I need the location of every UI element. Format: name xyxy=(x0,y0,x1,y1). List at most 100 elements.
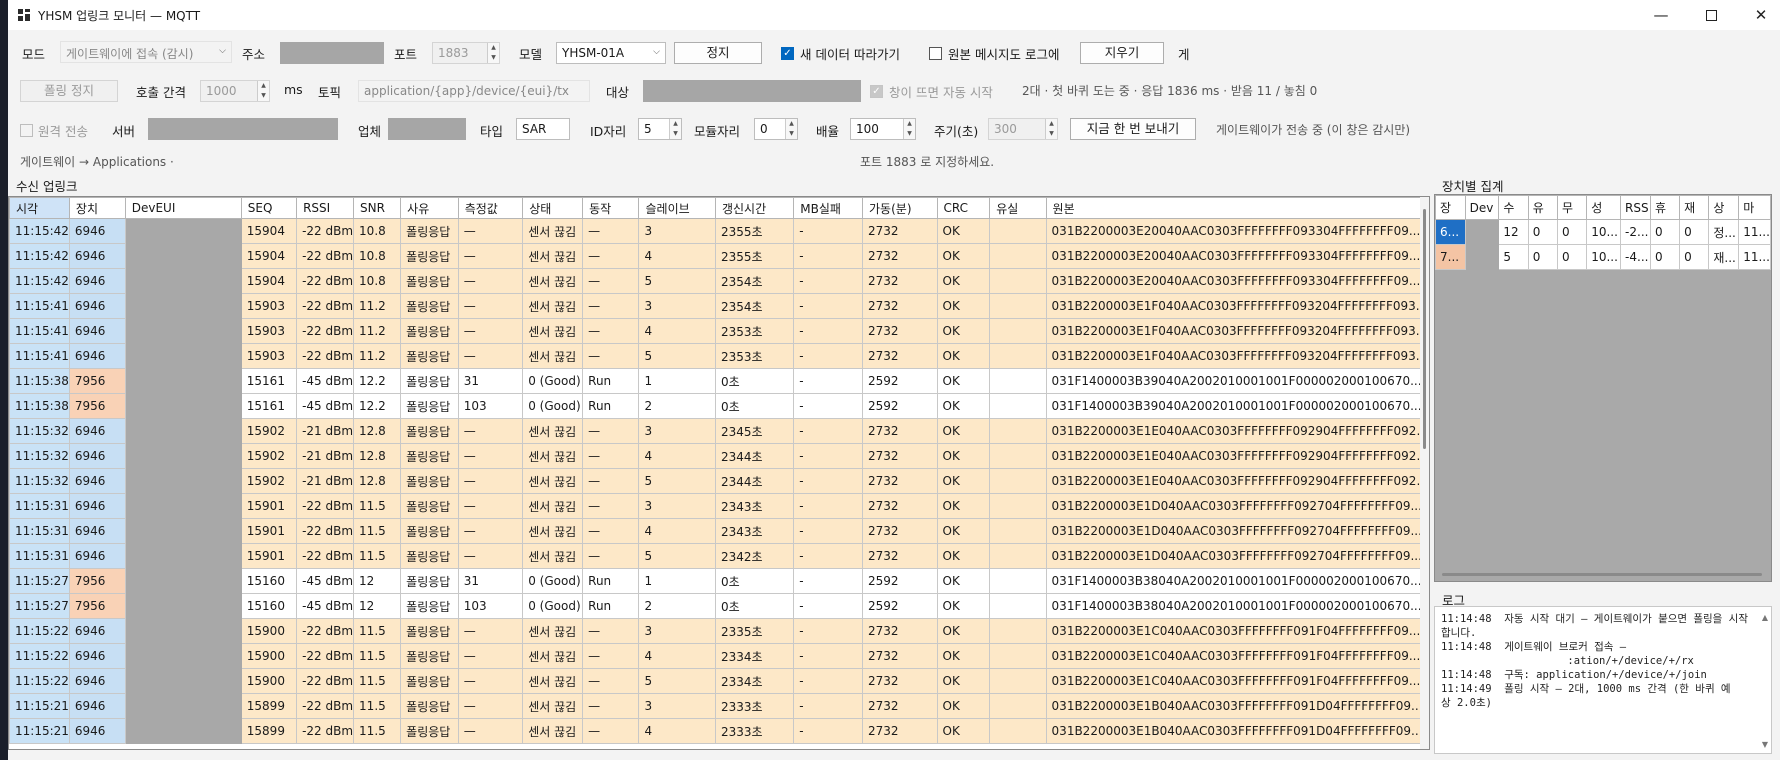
column-header[interactable]: 재 xyxy=(1679,195,1710,220)
log-panel[interactable]: 11:14:48 자동 시작 대기 — 게이트웨이가 붙으면 폴링을 시작 합니다… xyxy=(1434,606,1772,754)
table-row[interactable]: 11:15:42 6946 15904 -22 dBm 10.8 폴링응답 — 센서 끊김 —5… xyxy=(9,268,1429,294)
table-row[interactable]: 11:15:22 6946 15900 -22 dBm 11.5 폴링응답 — 센서 끊김 —4… xyxy=(9,643,1429,669)
column-header[interactable]: 동작 xyxy=(582,197,640,219)
column-header[interactable]: RSS xyxy=(1620,195,1651,220)
type-input[interactable]: SAR xyxy=(516,118,570,140)
period-stepper[interactable]: 300 ▲ ▼ xyxy=(988,118,1058,140)
column-header[interactable]: 휴 xyxy=(1649,195,1681,220)
column-header[interactable]: 갱신시간 xyxy=(714,197,795,219)
column-header[interactable]: 장치 xyxy=(68,197,126,219)
topic-input[interactable]: application/{app}/device/{eui}/tx xyxy=(358,80,590,102)
stop-button[interactable]: 정지 xyxy=(674,42,762,64)
clear-button[interactable]: 지우기 xyxy=(1080,42,1164,64)
column-header[interactable]: MB실패 xyxy=(793,197,864,219)
column-header[interactable]: 유 xyxy=(1527,195,1558,220)
target-input[interactable] xyxy=(643,80,861,102)
spin-arrows-icon[interactable]: ▲ ▼ xyxy=(669,119,681,139)
uplink-scrollbar[interactable] xyxy=(1420,197,1429,749)
table-row[interactable]: 11:15:41 6946 15903 -22 dBm 11.2 폴링응답 — 센서 끊김 —3… xyxy=(9,293,1429,319)
autostart-checkbox[interactable]: ✓ xyxy=(870,85,883,98)
table-row[interactable]: 11:15:31 6946 15901 -22 dBm 11.5 폴링응답 — 센서 끊김 —3… xyxy=(9,493,1429,519)
column-header[interactable]: RSSI xyxy=(296,197,355,219)
column-header[interactable]: 장 xyxy=(1435,195,1466,220)
summary-scrollbar[interactable] xyxy=(1442,573,1762,576)
table-row[interactable]: 11:15:21 6946 15899 -22 dBm 11.5 폴링응답 — 센서 끊김 —3… xyxy=(9,693,1429,719)
column-header[interactable]: Dev xyxy=(1464,195,1500,220)
table-cell: 폴링응답 xyxy=(400,668,459,694)
column-header[interactable]: SNR xyxy=(353,197,402,219)
close-button[interactable]: ✕ xyxy=(1738,0,1780,30)
spin-arrows-icon[interactable]: ▲ ▼ xyxy=(1045,119,1057,139)
spin-arrows-icon[interactable]: ▲ ▼ xyxy=(487,43,499,63)
table-row[interactable]: 6... 12 0 0 10... -2... 0 0 정... 11... xyxy=(1435,219,1771,245)
table-row[interactable]: 11:15:31 6946 15901 -22 dBm 11.5 폴링응답 — 센서 끊김 —5… xyxy=(9,543,1429,569)
table-cell: 4 xyxy=(638,718,716,744)
table-row[interactable]: 11:15:22 6946 15900 -22 dBm 11.5 폴링응답 — 센서 끊김 —5… xyxy=(9,668,1429,694)
scrollbar-thumb[interactable] xyxy=(1423,209,1426,449)
interval-stepper[interactable]: 1000 ▲ ▼ xyxy=(200,80,270,102)
table-row[interactable]: 11:15:21 6946 15899 -22 dBm 11.5 폴링응답 — 센서 끊김 —4… xyxy=(9,718,1429,744)
table-cell xyxy=(124,243,242,269)
mode-select[interactable]: 게이트웨이에 접속 (감시) ⌵ xyxy=(60,41,232,63)
table-cell: 2732 xyxy=(862,243,938,269)
column-header[interactable]: 무 xyxy=(1556,195,1588,220)
column-header[interactable]: 상태 xyxy=(522,197,584,219)
table-cell: 0 (Good) xyxy=(522,593,584,619)
spin-arrows-icon[interactable]: ▲ ▼ xyxy=(903,119,915,139)
scroll-down-icon[interactable]: ▼ xyxy=(1762,740,1768,749)
poll-stop-button[interactable]: 폴링 정지 xyxy=(20,80,118,102)
follow-checkbox[interactable]: ✓ xyxy=(781,47,794,60)
port-stepper[interactable]: 1883 ▲ ▼ xyxy=(432,42,500,64)
table-cell: 2732 xyxy=(862,618,938,644)
maximize-button[interactable] xyxy=(1688,0,1734,30)
model-select[interactable]: YHSM-01A ⌵ xyxy=(556,42,666,64)
scroll-up-icon[interactable]: ▲ xyxy=(1762,613,1768,622)
table-row[interactable]: 11:15:42 6946 15904 -22 dBm 10.8 폴링응답 — 센서 끊김 —4… xyxy=(9,243,1429,269)
rawlog-checkbox[interactable] xyxy=(929,47,942,60)
column-header[interactable]: 시각 xyxy=(9,197,70,219)
send-now-button[interactable]: 지금 한 번 보내기 xyxy=(1070,118,1196,140)
column-header[interactable]: 유실 xyxy=(989,197,1047,219)
table-row[interactable]: 11:15:27 7956 15160 -45 dBm 12 폴링응답 31 0 (Good)… xyxy=(9,568,1429,594)
table-row[interactable]: 11:15:31 6946 15901 -22 dBm 11.5 폴링응답 — 센서 끊김 —4… xyxy=(9,518,1429,544)
id-stepper[interactable]: 5 ▲ ▼ xyxy=(638,118,682,140)
column-header[interactable]: 측정값 xyxy=(457,197,524,219)
table-row[interactable]: 7... 5 0 0 10... -4... 0 0 재... 11... xyxy=(1435,244,1771,270)
spin-arrows-icon[interactable]: ▲ ▼ xyxy=(257,81,269,101)
column-header[interactable]: 수 xyxy=(1498,195,1529,220)
column-header[interactable]: 마 xyxy=(1738,195,1771,220)
table-row[interactable]: 11:15:32 6946 15902 -21 dBm 12.8 폴링응답 — 센서 끊김 —5… xyxy=(9,468,1429,494)
module-stepper[interactable]: 0 ▲ ▼ xyxy=(754,118,798,140)
column-header[interactable]: 상 xyxy=(1708,195,1740,220)
column-header[interactable]: CRC xyxy=(936,197,991,219)
column-header[interactable]: 사유 xyxy=(400,197,459,219)
summary-table[interactable]: 장 Dev 수 유 무 성 RSS 휴 재 상 마 6... 12 0 0 10... -2... 0 0 정...… xyxy=(1434,194,1772,582)
table-cell: 2344초 xyxy=(714,468,795,494)
table-row[interactable]: 11:15:22 6946 15900 -22 dBm 11.5 폴링응답 — 센서 끊김 —3… xyxy=(9,618,1429,644)
remote-checkbox[interactable] xyxy=(20,124,33,137)
table-row[interactable]: 11:15:32 6946 15902 -21 dBm 12.8 폴링응답 — 센서 끊김 —3… xyxy=(9,418,1429,444)
column-header[interactable]: SEQ xyxy=(240,197,298,219)
table-row[interactable]: 11:15:38 7956 15161 -45 dBm 12.2 폴링응답 103 0 (Go… xyxy=(9,393,1429,419)
factor-stepper[interactable]: 100 ▲ ▼ xyxy=(850,118,916,140)
spin-arrows-icon[interactable]: ▲ ▼ xyxy=(785,119,797,139)
address-input[interactable] xyxy=(280,42,384,64)
table-row[interactable]: 11:15:38 7956 15161 -45 dBm 12.2 폴링응답 31 0 (Goo… xyxy=(9,368,1429,394)
table-row[interactable]: 11:15:41 6946 15903 -22 dBm 11.2 폴링응답 — 센서 끊김 —4… xyxy=(9,318,1429,344)
table-cell: Run xyxy=(582,593,640,619)
table-row[interactable]: 11:15:32 6946 15902 -21 dBm 12.8 폴링응답 — 센서 끊김 —4… xyxy=(9,443,1429,469)
column-header[interactable]: 원본 xyxy=(1045,197,1429,219)
company-input[interactable] xyxy=(388,118,466,140)
table-cell: 5 xyxy=(1498,244,1529,270)
column-header[interactable]: 슬레이브 xyxy=(638,197,716,219)
table-row[interactable]: 11:15:27 7956 15160 -45 dBm 12 폴링응답 103 0 (Good… xyxy=(9,593,1429,619)
column-header[interactable]: 성 xyxy=(1586,195,1622,220)
table-cell: 031F1400003B38040A2002010001001F00000200… xyxy=(1045,593,1429,619)
uplink-table[interactable]: 시각 장치 DevEUI SEQ RSSI SNR 사유 측정값 상태 동작 슬레이브 갱신시간 MB실… xyxy=(8,196,1430,750)
minimize-button[interactable]: — xyxy=(1638,0,1684,30)
column-header[interactable]: DevEUI xyxy=(124,197,242,219)
table-row[interactable]: 11:15:42 6946 15904 -22 dBm 10.8 폴링응답 — 센서 끊김 —3… xyxy=(9,218,1429,244)
server-input[interactable] xyxy=(148,118,338,140)
table-row[interactable]: 11:15:41 6946 15903 -22 dBm 11.2 폴링응답 — 센서 끊김 —5… xyxy=(9,343,1429,369)
column-header[interactable]: 가동(분) xyxy=(862,197,938,219)
